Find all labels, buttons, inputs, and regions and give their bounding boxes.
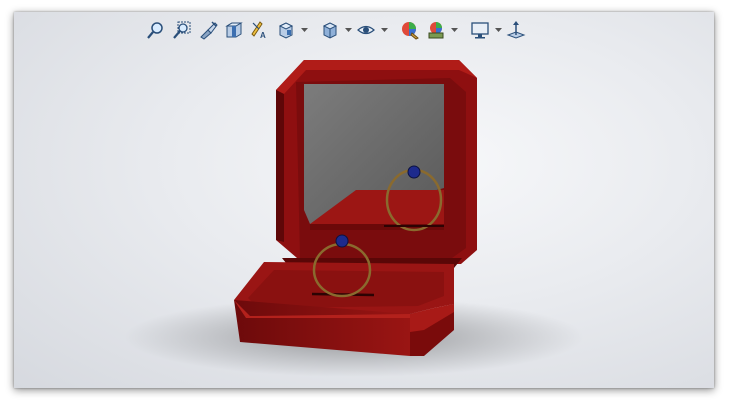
heads-up-view-toolbar: A xyxy=(144,16,528,44)
ring-gem[interactable] xyxy=(335,234,349,248)
graphics-window[interactable]: A xyxy=(14,12,714,388)
display-style-icon xyxy=(322,22,338,39)
hide-show-items-dropdown[interactable] xyxy=(380,18,388,42)
zoom-to-area-icon xyxy=(173,21,191,39)
chevron-down-icon xyxy=(450,27,458,32)
chevron-down-icon xyxy=(494,27,502,32)
base-tray xyxy=(248,270,444,308)
apply-scene-dropdown[interactable] xyxy=(450,18,458,42)
hide-show-items-button[interactable] xyxy=(354,18,378,42)
display-style-dropdown[interactable] xyxy=(344,18,352,42)
apply-scene-icon xyxy=(428,22,444,39)
view-orientation-icon xyxy=(278,22,294,39)
previous-view-button[interactable] xyxy=(196,18,220,42)
section-view-icon xyxy=(225,22,243,38)
rotate-view-button[interactable] xyxy=(504,18,528,42)
section-view-button[interactable] xyxy=(222,18,246,42)
eye-icon xyxy=(357,25,375,35)
zoom-to-area-button[interactable] xyxy=(170,18,194,42)
view-orientation-dropdown[interactable] xyxy=(300,18,308,42)
view-settings-button[interactable] xyxy=(468,18,492,42)
svg-text:A: A xyxy=(260,31,266,40)
mirror-reflection-gem xyxy=(407,165,421,179)
chevron-down-icon xyxy=(344,27,352,32)
view-orientation-button[interactable] xyxy=(274,18,298,42)
rotate-view-icon xyxy=(506,21,526,39)
lid-left-side xyxy=(276,90,284,242)
previous-view-icon xyxy=(200,21,218,40)
display-style-button[interactable] xyxy=(318,18,342,42)
chevron-down-icon xyxy=(380,27,388,32)
edit-appearance-icon xyxy=(402,22,419,40)
dynamic-annotation-views-icon: A xyxy=(251,21,266,40)
view-settings-dropdown[interactable] xyxy=(494,18,502,42)
zoom-to-fit-button[interactable] xyxy=(144,18,168,42)
chevron-down-icon xyxy=(300,27,308,32)
apply-scene-button[interactable] xyxy=(424,18,448,42)
model-viewport[interactable] xyxy=(14,12,714,388)
ring-box-lid[interactable] xyxy=(276,60,477,268)
dynamic-annotation-views-button[interactable]: A xyxy=(248,18,272,42)
monitor-icon xyxy=(471,22,489,39)
edit-appearance-button[interactable] xyxy=(398,18,422,42)
zoom-to-fit-icon xyxy=(147,22,163,39)
